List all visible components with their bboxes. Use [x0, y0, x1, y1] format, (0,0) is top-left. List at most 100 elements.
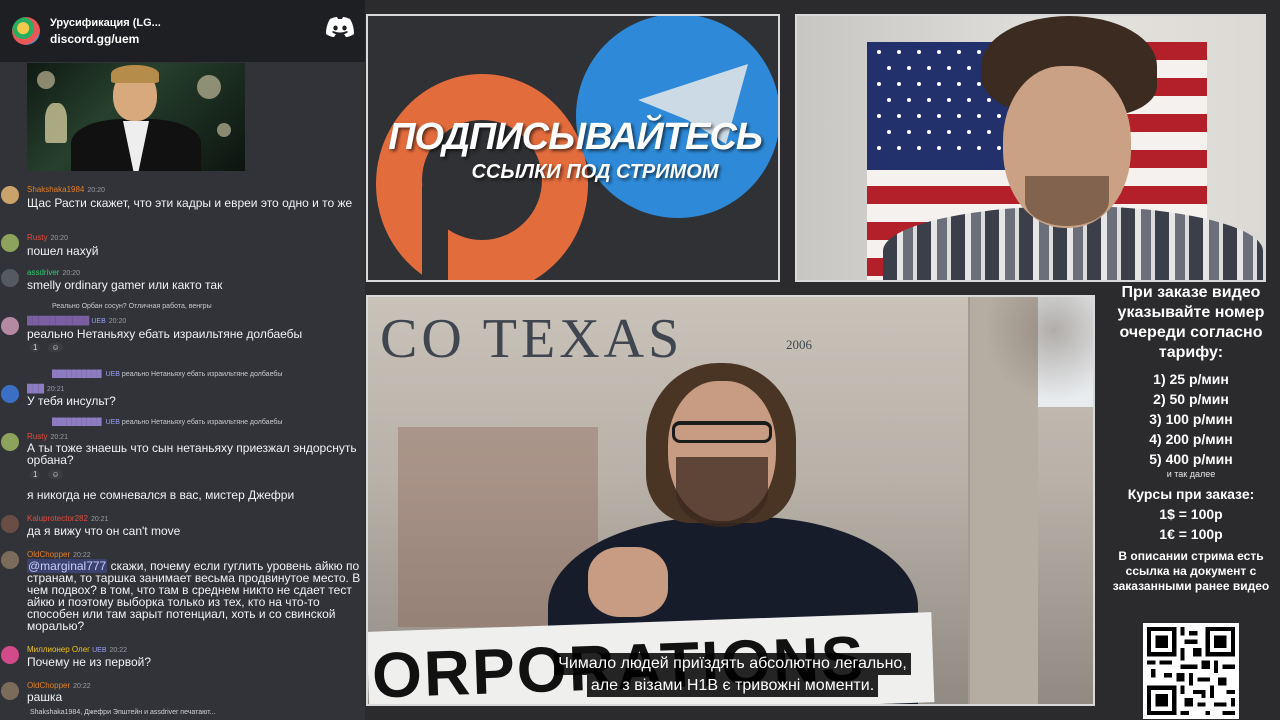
order-heading: При заказе видео указывайте номер очеред…	[1117, 284, 1265, 361]
message-text: У тебя инсульт?	[27, 394, 116, 408]
tariff-3: 3) 100 р/мин	[1149, 411, 1233, 427]
streamer-beard	[1025, 176, 1109, 226]
username[interactable]: Shakshaka1984	[27, 185, 84, 194]
chat-message: Kaluprotector282 20:21 да я вижу что он c…	[0, 512, 365, 540]
tariff-more: и так далее	[1166, 469, 1216, 479]
chat-message: assdriver 20:20 smelly ordinary gamer или…	[0, 266, 365, 294]
chat-message: OldChopper 20:22 @marginal777 скажи, поче…	[0, 548, 365, 644]
chat-message: Rusty 20:20 пошел нахуй	[0, 231, 365, 259]
qr-code-icon[interactable]	[1143, 623, 1239, 719]
promo-title: ПОДПИСЫВАЙТЕСЬ	[388, 116, 763, 158]
server-name: Урусификация (LG...	[50, 17, 161, 29]
description-note: В описании стрима есть ссылка на докумен…	[1112, 549, 1270, 593]
message-text: реально Нетаньяху ебать израильтяне долб…	[27, 327, 303, 341]
timestamp: 20:20	[50, 235, 68, 242]
ueb-badge: UEB	[105, 371, 120, 378]
chat-message: ██████████ UEB реально Нетаньяху ебать и…	[0, 370, 365, 410]
video-subtitles: Чимало людей приїздять абсолютно легальн…	[368, 653, 1093, 697]
promo-panel: ПОДПИСЫВАЙТЕСЬ ССЫЛКИ ПОД СТРИМОМ	[366, 14, 780, 282]
tariff-4: 4) 200 р/мин	[1149, 431, 1233, 447]
ueb-badge: UEB	[105, 419, 120, 426]
tariff-2: 2) 50 р/мин	[1153, 391, 1229, 407]
building-sign-text: CO TEXAS	[380, 308, 684, 370]
timestamp: 20:22	[109, 647, 128, 654]
subtitle-line-1: Чимало людей приїздять абсолютно легальн…	[554, 653, 911, 675]
username[interactable]: assdriver	[27, 268, 59, 277]
user-avatar[interactable]	[1, 515, 19, 533]
reactions: 1 ☺	[30, 470, 63, 479]
speaker-glasses	[672, 421, 772, 443]
subtitle-line-2: але з візами H1B є тривожні моменти.	[586, 675, 879, 697]
speaker-beard	[676, 457, 768, 527]
reply-preview[interactable]: ██████████ UEB реально Нетаньяху ебать и…	[52, 419, 282, 426]
message-text: да я вижу что он can't move	[27, 524, 181, 538]
reply-preview[interactable]: Реально Орбан сосун? Отличная работа, ве…	[52, 303, 212, 310]
user-avatar[interactable]	[1, 551, 19, 569]
message-text: я никогда не сомневался в вас, мистер Дж…	[27, 488, 295, 502]
video-player[interactable]: CO TEXAS 2006 ORPORATIONS Чимало людей п…	[366, 295, 1095, 706]
reaction-add[interactable]: ☺	[48, 470, 63, 479]
building-sign-year: 2006	[786, 337, 812, 352]
username[interactable]: Rusty	[27, 233, 47, 242]
message-text: пошел нахуй	[27, 244, 99, 258]
message-text: @marginal777 скажи, почему если гуглить …	[27, 559, 365, 633]
user-avatar[interactable]	[1, 186, 19, 204]
chat-message: Миллионер Олег UEB 20:22 Почему не из перв…	[0, 643, 365, 671]
username[interactable]: Миллионер Олег	[27, 645, 90, 654]
discord-logo-icon[interactable]	[325, 16, 355, 38]
discord-widget-header[interactable]: Урусификация (LG... discord.gg/uem	[0, 0, 365, 62]
user-avatar[interactable]	[1, 269, 19, 287]
user-avatar[interactable]	[1, 385, 19, 403]
username[interactable]: Rusty	[27, 432, 47, 441]
timestamp: 20:20	[62, 270, 80, 277]
promo-subtitle: ССЫЛКИ ПОД СТРИМОМ	[471, 161, 719, 183]
user-avatar[interactable]	[1, 433, 19, 451]
reply-text: реально Нетаньяху ебать израильтяне долб…	[121, 371, 283, 378]
username[interactable]: OldChopper	[27, 550, 70, 559]
chat-message: Реально Орбан сосун? Отличная работа, ве…	[0, 302, 365, 358]
rate-usd: 1$ = 100р	[1159, 506, 1223, 522]
rates-heading: Курсы при заказе:	[1127, 486, 1255, 502]
timestamp: 20:20	[87, 187, 105, 194]
server-info: Урусификация (LG... discord.gg/uem	[50, 15, 161, 47]
message-text: smelly ordinary gamer или както так	[27, 278, 223, 292]
message-body: скажи, почему если гуглить уровень айкю …	[27, 559, 361, 633]
tariff-5: 5) 400 р/мин	[1149, 451, 1233, 467]
timestamp: 20:21	[50, 434, 68, 441]
username[interactable]: ███████████	[27, 316, 89, 325]
message-text: А ты тоже знаешь что сын нетаньяху приез…	[27, 441, 357, 467]
username[interactable]: OldChopper	[27, 681, 70, 690]
timestamp: 20:21	[47, 386, 65, 393]
reaction-skull[interactable]: 1	[30, 470, 41, 479]
reply-preview[interactable]: ██████████ UEB реально Нетаньяху ебать и…	[52, 371, 282, 378]
reaction-skull[interactable]: 1	[30, 343, 41, 352]
chat-message: OldChopper 20:22 рашка	[0, 679, 365, 707]
username[interactable]: Kaluprotector282	[27, 514, 88, 523]
user-avatar[interactable]	[1, 317, 19, 335]
typing-indicator: Shakshaka1984, Джефри Эпштейн и assdrive…	[30, 709, 216, 716]
username[interactable]: ███	[27, 384, 44, 393]
server-invite-link[interactable]: discord.gg/uem	[50, 31, 161, 47]
reactions: 1 ☺	[30, 343, 63, 352]
tariff-1: 1) 25 р/мин	[1153, 371, 1229, 387]
chat-message: ██████████ UEB реально Нетаньяху ебать и…	[0, 418, 365, 488]
user-avatar[interactable]	[1, 234, 19, 252]
chat-message: Shakshaka1984 20:20 Щас Расти скажет, что…	[0, 183, 365, 223]
timestamp: 20:22	[73, 552, 91, 559]
user-avatar[interactable]	[1, 682, 19, 700]
order-info-panel: При заказе видео указывайте номер очеред…	[1100, 283, 1280, 594]
message-text: Почему не из первой?	[27, 655, 151, 669]
chat-message: я никогда не сомневался в вас, мистер Дж…	[0, 489, 365, 503]
timestamp: 20:22	[73, 683, 91, 690]
reply-text: реально Нетаньяху ебать израильтяне долб…	[121, 419, 283, 426]
chat-gif-image[interactable]	[27, 63, 245, 171]
timestamp: 20:21	[90, 516, 109, 523]
user-avatar[interactable]	[1, 646, 19, 664]
chat-panel: Урусификация (LG... discord.gg/uem Shaks…	[0, 0, 365, 720]
server-avatar-icon	[12, 17, 40, 45]
reaction-add[interactable]: ☺	[48, 343, 63, 352]
rate-eur: 1€ = 100р	[1159, 526, 1223, 542]
timestamp: 20:20	[108, 318, 127, 325]
ueb-badge: UEB	[92, 647, 107, 654]
ueb-badge: UEB	[91, 318, 106, 325]
